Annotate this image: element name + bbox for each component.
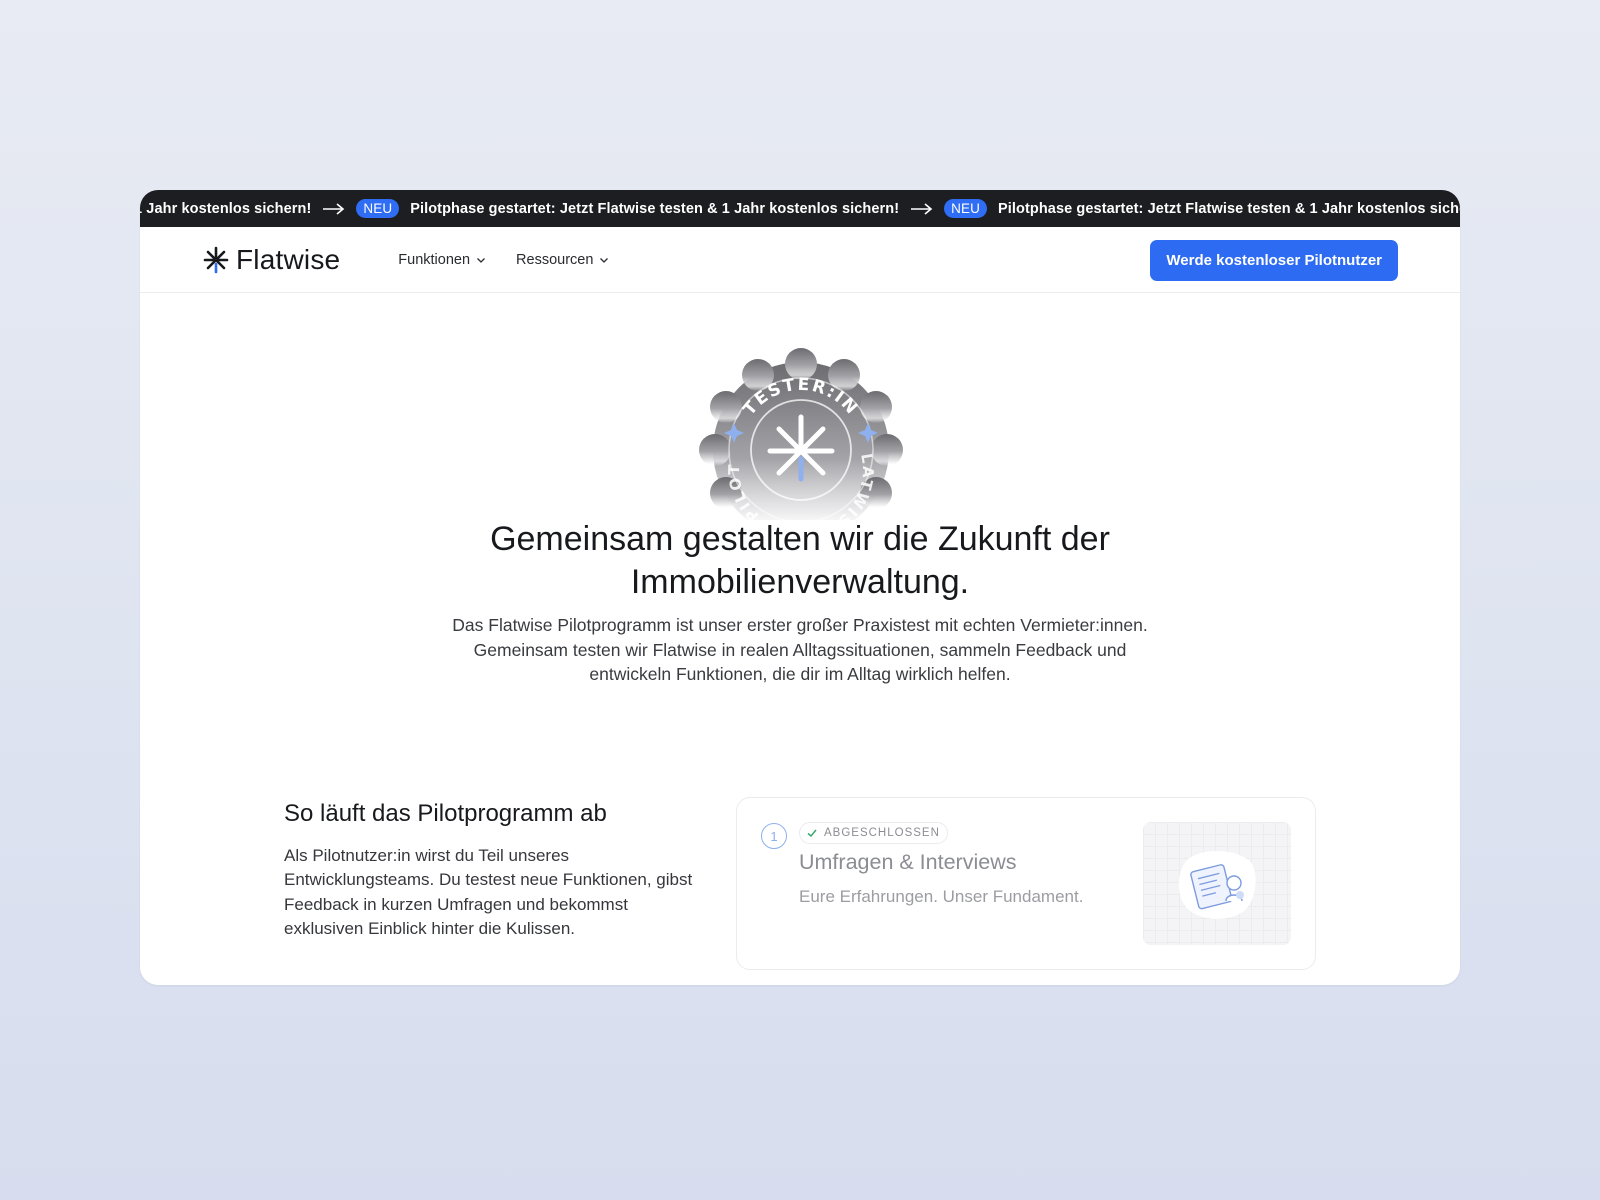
tester-badge: TESTER:IN PILOT FLATWISE (690, 331, 906, 538)
ticker-fragment: 1 Jahr kostenlos sichern! (140, 200, 312, 217)
step-number: 1 (761, 823, 787, 849)
hero-title: Gemeinsam gestalten wir die Zukunft der … (140, 518, 1460, 604)
ticker-message: Pilotphase gestartet: Jetzt Flatwise tes… (410, 200, 900, 217)
status-label: ABGESCHLOSSEN (824, 827, 940, 839)
main-nav: Funktionen Ressourcen (398, 252, 609, 268)
hero-title-line2: Immobilienverwaltung. (630, 563, 970, 601)
ticker-track: 1 Jahr kostenlos sichern! NEU Pilotphase… (140, 199, 1460, 218)
hero-subtitle: Das Flatwise Pilotprogramm ist unser ers… (140, 613, 1460, 687)
logo-text: Flatwise (236, 243, 341, 275)
new-badge: NEU (356, 199, 400, 218)
nav-item-ressourcen[interactable]: Ressourcen (516, 252, 609, 268)
site-header: Flatwise Funktionen Ressourcen Werde kos… (140, 227, 1460, 293)
new-badge: NEU (944, 199, 987, 218)
check-icon (807, 829, 817, 838)
step-illustration (1143, 822, 1291, 945)
ticker-message: Pilotphase gestartet: Jetzt Flatwise tes… (997, 200, 1460, 217)
browser-window: 1 Jahr kostenlos sichern! NEU Pilotphase… (140, 190, 1460, 985)
logo[interactable]: Flatwise (202, 244, 340, 276)
status-badge: ABGESCHLOSSEN (799, 822, 948, 844)
asterisk-logo-icon (203, 246, 229, 273)
nav-label: Funktionen (398, 251, 471, 268)
pilot-signup-button[interactable]: Werde kostenloser Pilotnutzer (1150, 240, 1398, 281)
hero-title-line1: Gemeinsam gestalten wir die Zukunft der (490, 520, 1110, 558)
arrow-right-icon (323, 202, 345, 215)
process-description: Als Pilotnutzer:in wirst du Teil unseres… (284, 846, 693, 938)
step-title: Umfragen & Interviews (799, 850, 1017, 874)
nav-label: Ressourcen (516, 251, 594, 268)
process-title: So läuft das Pilotprogramm ab (284, 800, 607, 827)
step-subtitle: Eure Erfahrungen. Unser Fundament. (799, 887, 1084, 906)
announcement-ticker[interactable]: 1 Jahr kostenlos sichern! NEU Pilotphase… (140, 190, 1460, 227)
chevron-down-icon (477, 257, 486, 263)
step-card[interactable]: 1 ABGESCHLOSSEN Umfragen & Interviews Eu… (736, 797, 1316, 970)
chevron-down-icon (600, 257, 609, 263)
hero-subtitle-text: Das Flatwise Pilotprogramm ist unser ers… (452, 615, 1148, 684)
arrow-right-icon (911, 202, 933, 215)
nav-item-funktionen[interactable]: Funktionen (398, 252, 486, 268)
survey-document-icon (1178, 850, 1256, 919)
tester-seal-icon: TESTER:IN PILOT FLATWISE (690, 331, 903, 538)
